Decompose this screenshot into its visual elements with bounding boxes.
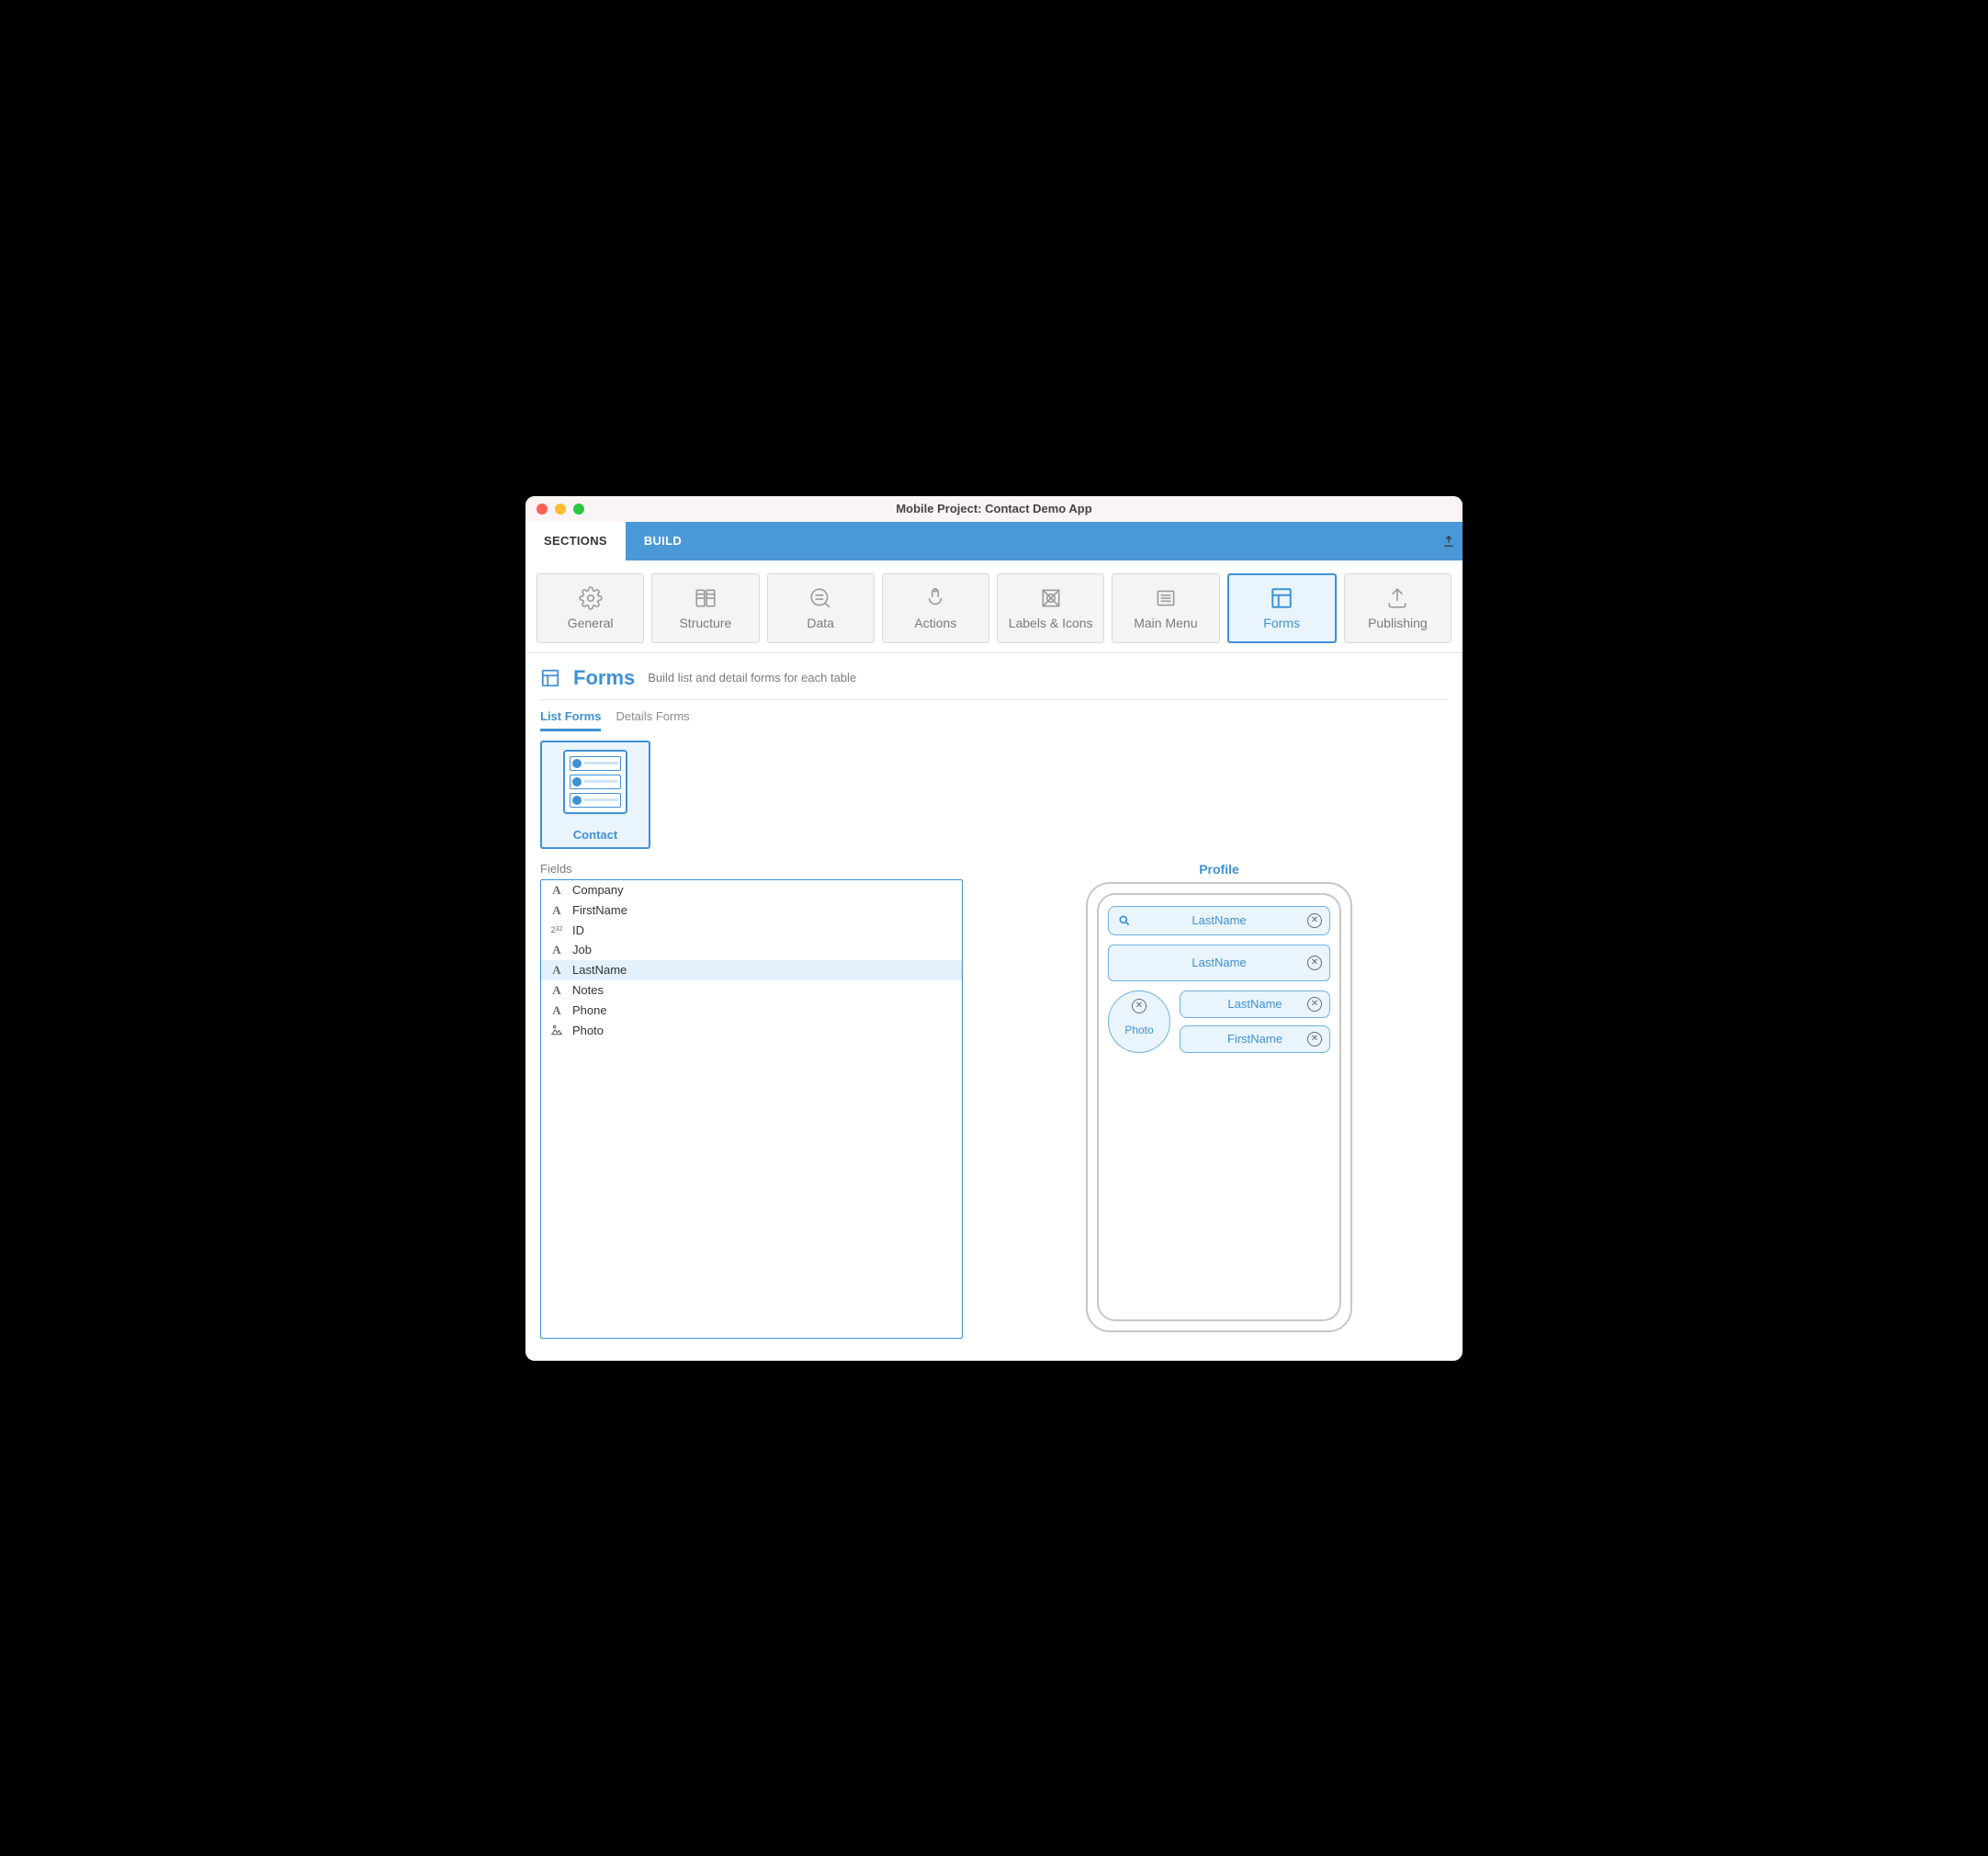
forms-icon — [1270, 586, 1293, 610]
section-actions[interactable]: Actions — [882, 573, 989, 643]
device-screen: LastName ✕ LastName ✕ ✕ Photo — [1097, 893, 1341, 1321]
field-row[interactable]: A Phone — [541, 1001, 962, 1021]
section-general[interactable]: General — [537, 573, 644, 643]
section-label: Forms — [1263, 616, 1300, 630]
preview-title: Profile — [1199, 862, 1239, 877]
text-type-icon: A — [552, 883, 560, 898]
clear-row2-slot[interactable]: ✕ — [1307, 1032, 1322, 1047]
field-row[interactable]: A Company — [541, 880, 962, 900]
section-publishing[interactable]: Publishing — [1344, 573, 1451, 643]
section-label: Structure — [679, 616, 731, 630]
text-type-icon: A — [552, 983, 560, 998]
section-forms[interactable]: Forms — [1227, 573, 1337, 643]
field-name: Company — [572, 883, 624, 897]
section-label: General — [568, 616, 614, 630]
section-structure[interactable]: Structure — [651, 573, 759, 643]
row1-slot-label: LastName — [1227, 997, 1282, 1011]
actions-icon — [923, 586, 947, 610]
search-slot-label: LastName — [1192, 913, 1246, 927]
field-name: Photo — [572, 1024, 604, 1037]
row2-slot-label: FirstName — [1227, 1032, 1282, 1046]
page-subtitle: Build list and detail forms for each tab… — [648, 671, 856, 685]
section-label: Publishing — [1368, 616, 1428, 630]
field-name: Job — [572, 943, 592, 956]
text-type-icon: A — [552, 1003, 560, 1018]
field-name: Notes — [572, 983, 604, 997]
field-name: ID — [572, 923, 584, 937]
structure-icon — [694, 586, 717, 610]
table-card-contact[interactable]: Contact — [540, 741, 650, 849]
field-name: Phone — [572, 1003, 607, 1017]
section-label: Actions — [914, 616, 956, 630]
section-label: Main Menu — [1134, 616, 1197, 630]
section-main-menu[interactable]: Main Menu — [1112, 573, 1219, 643]
section-slot-label: LastName — [1192, 956, 1246, 969]
field-row[interactable]: A Notes — [541, 980, 962, 1001]
text-type-icon: A — [552, 943, 560, 957]
labels-icon — [1039, 586, 1063, 610]
table-card-label: Contact — [573, 828, 617, 842]
titlebar: Mobile Project: Contact Demo App — [525, 496, 1463, 522]
field-row[interactable]: Photo — [541, 1021, 962, 1040]
menu-icon — [1154, 586, 1178, 610]
text-type-icon: A — [552, 903, 560, 918]
image-type-icon — [550, 1024, 563, 1036]
forms-icon — [540, 668, 560, 688]
int32-type-icon: 232 — [551, 926, 563, 934]
field-row[interactable]: A FirstName — [541, 900, 962, 921]
top-tabs: SECTIONS BUILD — [525, 522, 1463, 560]
clear-search-slot[interactable]: ✕ — [1307, 913, 1322, 928]
fields-title: Fields — [540, 862, 963, 876]
window-title: Mobile Project: Contact Demo App — [525, 502, 1463, 515]
field-row[interactable]: 232 ID — [541, 921, 962, 940]
clear-photo-slot[interactable]: ✕ — [1132, 999, 1146, 1013]
table-thumbnail — [563, 750, 627, 814]
section-label: Data — [807, 616, 834, 630]
text-type-icon: A — [552, 963, 560, 978]
main-split: Fields A Company A FirstName 232 ID A Job A LastN… — [525, 849, 1463, 1361]
fields-list[interactable]: A Company A FirstName 232 ID A Job A LastName A Not… — [540, 879, 963, 1339]
field-name: LastName — [572, 963, 627, 977]
section-data[interactable]: Data — [767, 573, 875, 643]
field-name: FirstName — [572, 903, 627, 917]
search-icon — [1118, 914, 1131, 927]
clear-section-slot[interactable]: ✕ — [1307, 956, 1322, 970]
search-field-slot[interactable]: LastName ✕ — [1108, 906, 1330, 935]
device-frame: LastName ✕ LastName ✕ ✕ Photo — [1086, 882, 1352, 1332]
field-row[interactable]: A Job — [541, 940, 962, 960]
section-label: Labels & Icons — [1009, 616, 1093, 630]
preview-column: Profile LastName ✕ LastName ✕ — [990, 862, 1448, 1332]
app-window: Mobile Project: Contact Demo App SECTION… — [525, 496, 1463, 1361]
tab-sections[interactable]: SECTIONS — [525, 522, 626, 560]
gear-icon — [579, 586, 603, 610]
clear-row1-slot[interactable]: ✕ — [1307, 997, 1322, 1012]
photo-slot-label: Photo — [1124, 1024, 1153, 1036]
row2-field-slot[interactable]: FirstName ✕ — [1180, 1025, 1330, 1053]
sub-header: Forms Build list and detail forms for ea… — [525, 653, 1463, 699]
tab-build[interactable]: BUILD — [626, 522, 700, 560]
view-tabs: List Forms Details Forms — [525, 700, 1463, 731]
photo-field-slot[interactable]: ✕ Photo — [1108, 990, 1170, 1053]
tab-details-forms[interactable]: Details Forms — [616, 709, 689, 731]
tab-list-forms[interactable]: List Forms — [540, 709, 601, 731]
section-labels-icons[interactable]: Labels & Icons — [997, 573, 1104, 643]
section-row: General Structure Data Actions Labels & … — [525, 560, 1463, 653]
section-field-slot[interactable]: LastName ✕ — [1108, 945, 1330, 981]
data-icon — [808, 586, 832, 610]
fields-column: Fields A Company A FirstName 232 ID A Job A LastN… — [540, 862, 963, 1339]
row1-field-slot[interactable]: LastName ✕ — [1180, 990, 1330, 1018]
field-row[interactable]: A LastName — [541, 960, 962, 980]
upload-icon[interactable] — [1442, 535, 1455, 548]
publishing-icon — [1385, 586, 1409, 610]
page-title: Forms — [573, 666, 635, 690]
list-item-template: ✕ Photo LastName ✕ FirstName ✕ — [1108, 990, 1330, 1053]
